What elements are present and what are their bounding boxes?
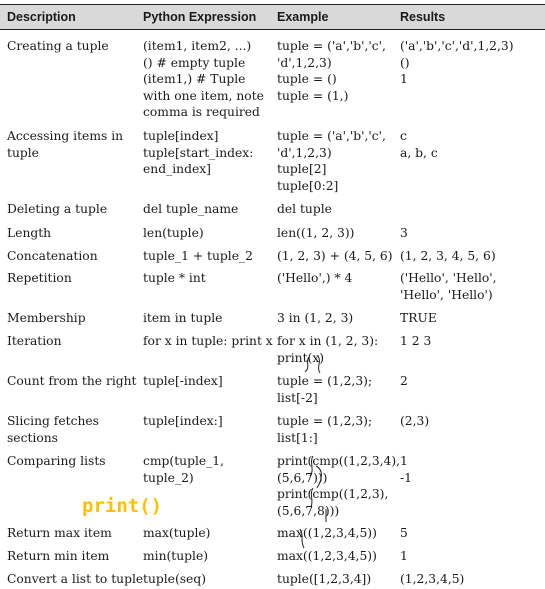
tuple-operations-table: Description Python Expression Example Re… (0, 0, 545, 589)
handwritten-edit-marks (299, 355, 327, 549)
